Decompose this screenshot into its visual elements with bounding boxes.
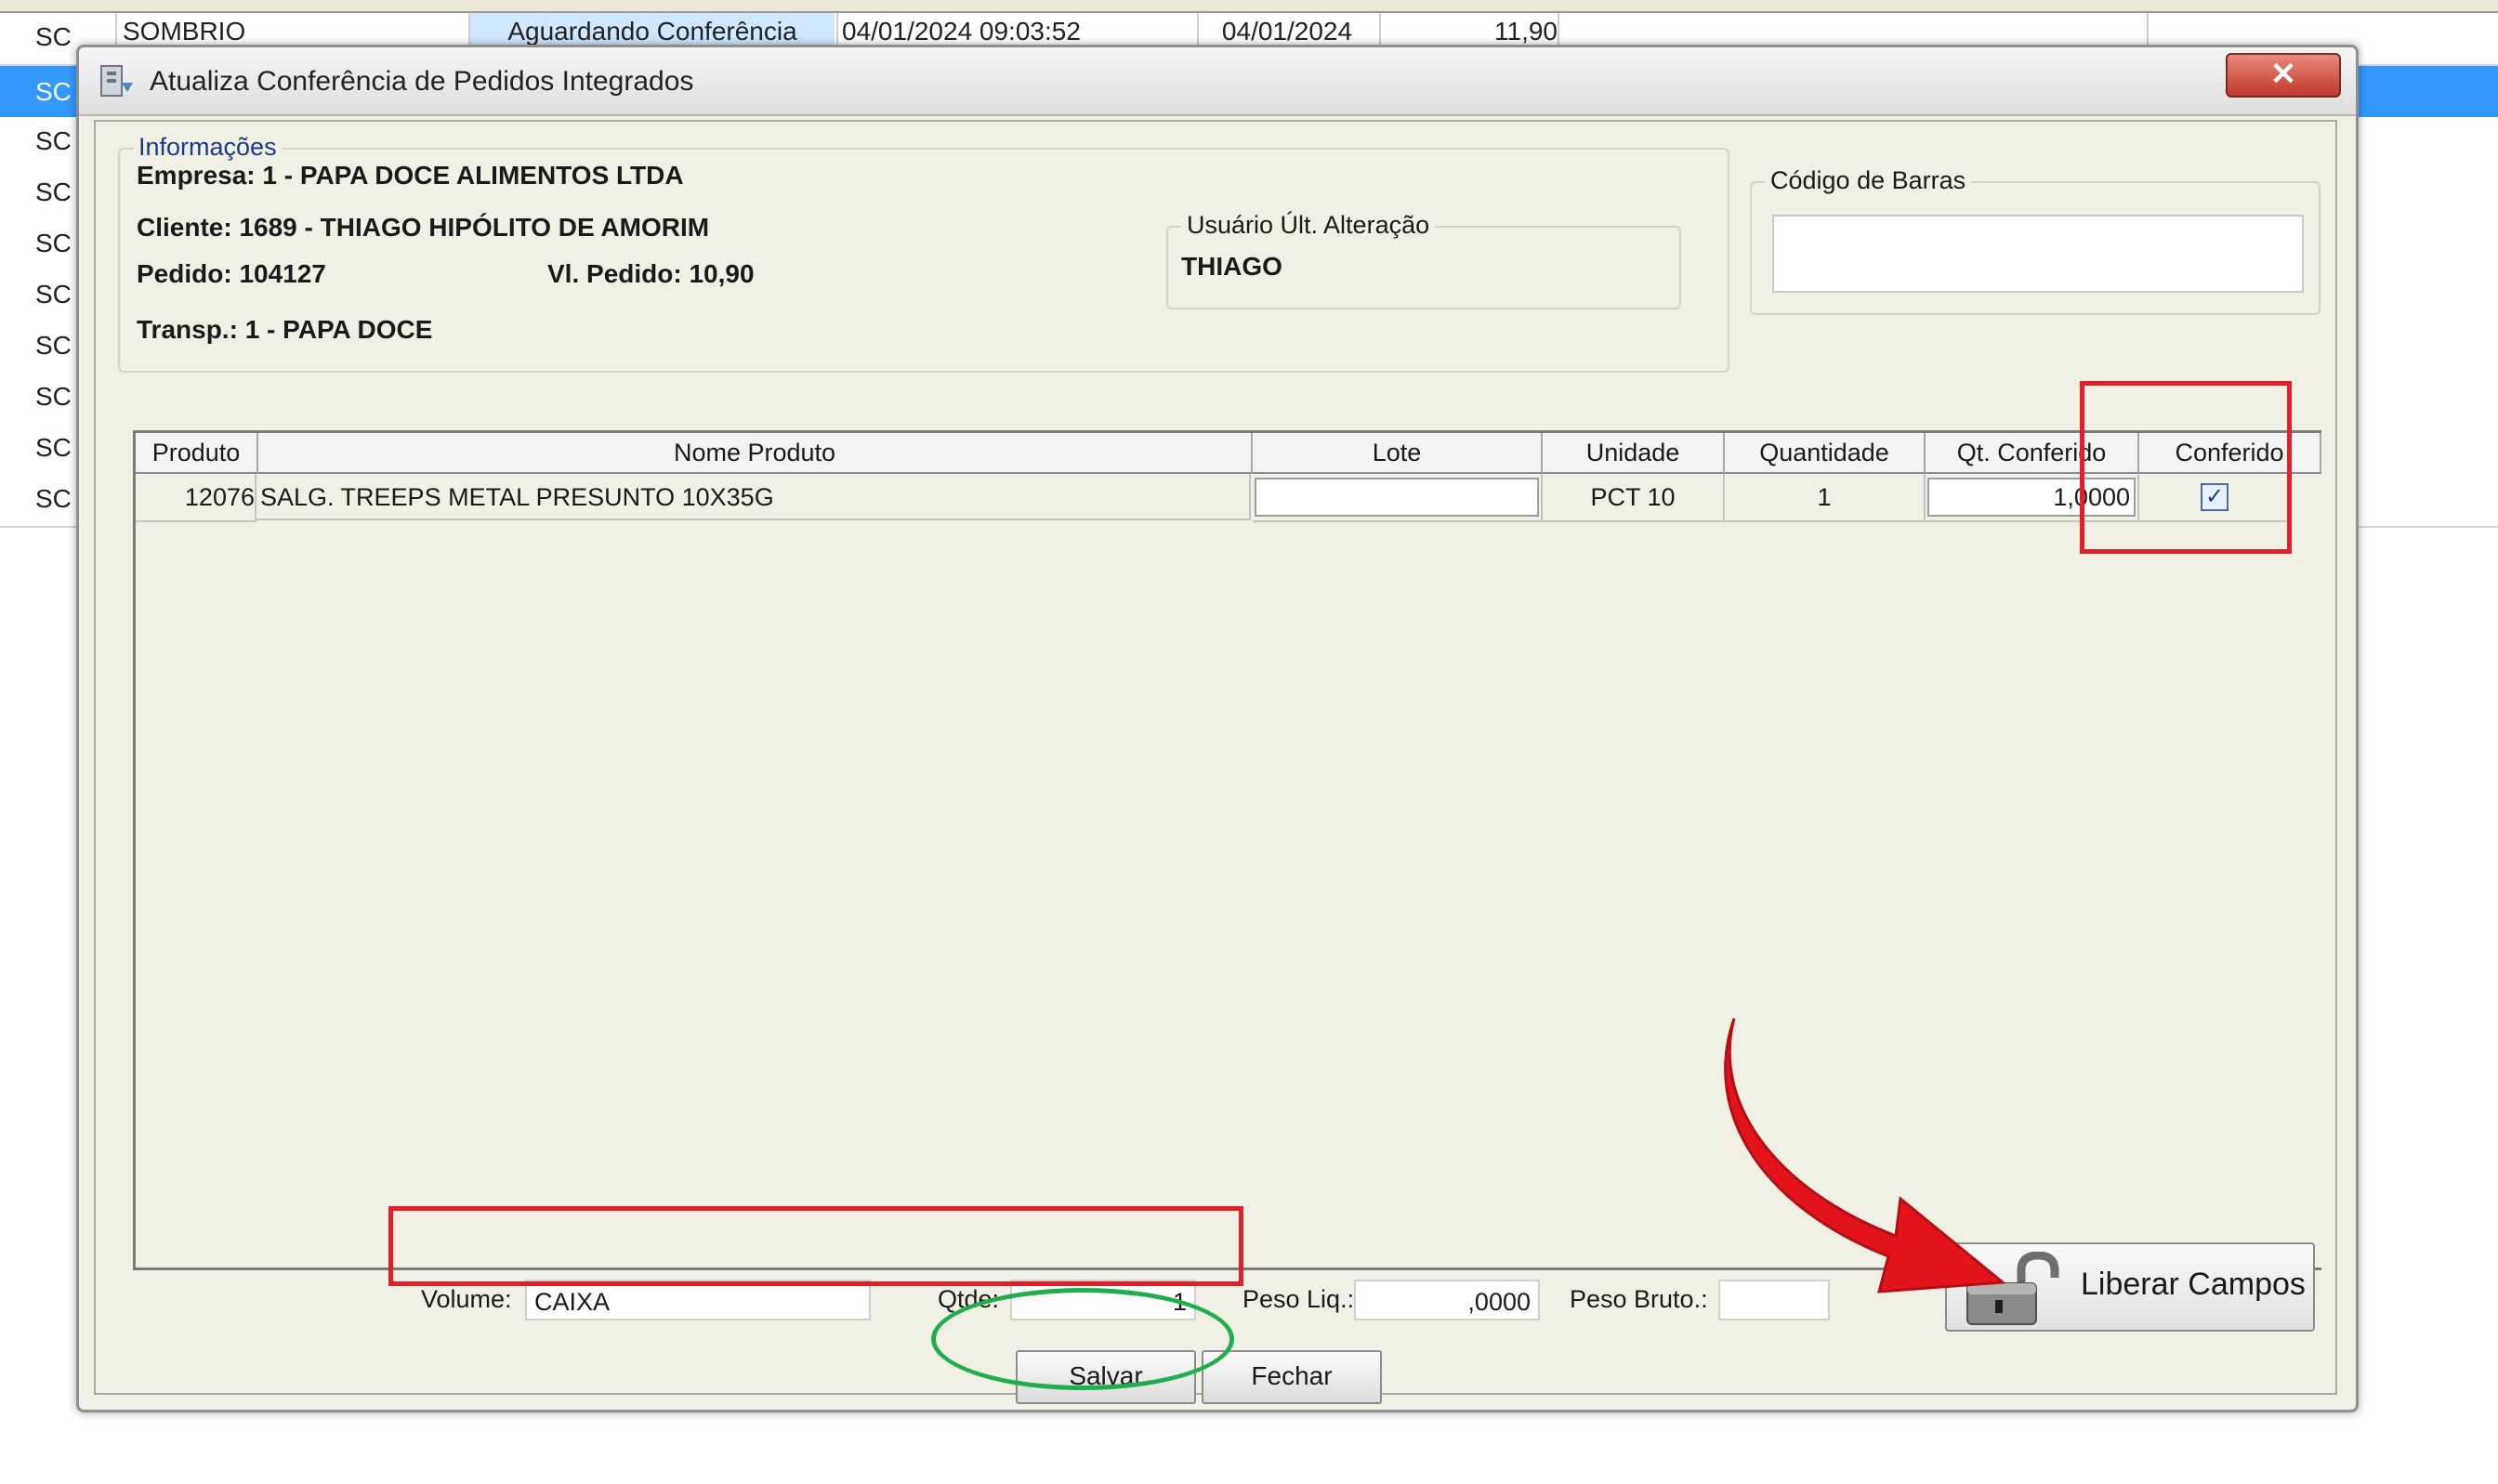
state-cell: SC (35, 126, 72, 155)
col-produto[interactable]: Produto (136, 433, 258, 474)
barcode-group: Código de Barras (1750, 166, 2321, 315)
unidade-cell: PCT 10 (1543, 474, 1725, 522)
empresa-label: Empresa: 1 - PAPA DOCE ALIMENTOS LTDA (137, 161, 684, 190)
state-cell: SC (35, 331, 72, 360)
info-group-title: Informações (133, 133, 283, 162)
dialog-title: Atualiza Conferência de Pedidos Integrad… (150, 66, 694, 97)
dialog-titlebar[interactable]: Atualiza Conferência de Pedidos Integrad… (79, 47, 2356, 116)
lote-cell (1253, 474, 1543, 522)
col-unidade[interactable]: Unidade (1543, 433, 1725, 474)
usuario-group: Usuário Últ. Alteração THIAGO (1166, 211, 1681, 309)
peso-liq-input[interactable]: ,0000 (1354, 1280, 1540, 1320)
usuario-value: THIAGO (1181, 252, 1282, 281)
produto-cell: 12076 (136, 474, 256, 522)
pedido-label: Pedido: 104127 (137, 259, 326, 288)
conferido-highlight-box (2080, 381, 2292, 554)
usuario-group-title: Usuário Últ. Alteração (1181, 211, 1436, 240)
state-cell: SC (35, 433, 72, 462)
info-group: Informações Empresa: 1 - PAPA DOCE ALIME… (118, 133, 1729, 373)
state-cell: SC (35, 484, 72, 513)
volume-qtde-highlight-box (388, 1206, 1243, 1286)
state-cell: SC (35, 22, 72, 51)
save-highlight-ellipse (931, 1288, 1234, 1390)
quantidade-cell: 1 (1725, 474, 1926, 522)
state-cell: SC (35, 280, 72, 309)
cliente-label: Cliente: 1689 - THIAGO HIPÓLITO DE AMORI… (137, 213, 710, 242)
barcode-input[interactable] (1772, 215, 2304, 293)
close-button[interactable]: ✕ (2226, 53, 2341, 98)
vl-pedido-label: Vl. Pedido: 10,90 (547, 259, 755, 288)
col-lote[interactable]: Lote (1253, 433, 1543, 474)
state-cell: SC (35, 177, 72, 206)
transp-label: Transp.: 1 - PAPA DOCE (137, 315, 433, 344)
state-cell: SC (35, 229, 72, 257)
close-dialog-button[interactable]: Fechar (1202, 1350, 1382, 1404)
red-arrow-icon (1724, 1018, 2006, 1294)
lote-input[interactable] (1255, 478, 1539, 517)
app-icon (100, 65, 133, 97)
col-nome-produto[interactable]: Nome Produto (258, 433, 1253, 474)
barcode-group-title: Código de Barras (1765, 166, 1972, 195)
col-quantidade[interactable]: Quantidade (1725, 433, 1926, 474)
liberar-campos-label: Liberar Campos (2081, 1267, 2306, 1302)
peso-bruto-label: Peso Bruto.: (1570, 1285, 1708, 1313)
state-cell: SC (35, 77, 72, 106)
state-cell: SC (35, 382, 72, 411)
grid-header (0, 0, 2498, 13)
peso-liq-label: Peso Liq.: (1242, 1285, 1355, 1313)
volume-label: Volume: (421, 1285, 512, 1313)
nome-produto-cell: SALG. TREEPS METAL PRESUNTO 10X35G (256, 474, 1251, 520)
